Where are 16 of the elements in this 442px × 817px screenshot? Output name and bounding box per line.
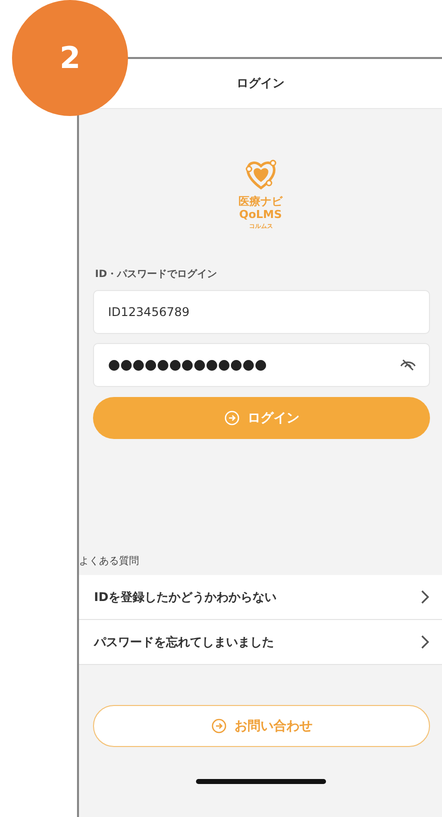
faq-item[interactable]: IDを登録したかどうかわからない [79, 575, 442, 620]
id-input-field[interactable]: ID123456789 [93, 290, 430, 334]
eye-slash-icon[interactable] [399, 358, 417, 372]
faq-heading: よくある質問 [79, 554, 140, 568]
logo-text: QoLMS [239, 208, 282, 221]
screen-title: ログイン [236, 75, 284, 92]
section-label: ID・パスワードでログイン [95, 268, 218, 281]
arrow-circle-icon [210, 718, 226, 734]
logo-text: 医療ナビ [238, 195, 282, 208]
chevron-right-icon [420, 634, 430, 650]
faq-item[interactable]: パスワードを忘れてしまいました [79, 620, 442, 665]
step-number-badge: 2 [12, 0, 128, 116]
password-input-field[interactable]: ●●●●●●●●●●●●● [93, 343, 430, 387]
heart-logo-icon [244, 157, 278, 191]
arrow-circle-icon [224, 410, 240, 426]
chevron-right-icon [420, 589, 430, 605]
